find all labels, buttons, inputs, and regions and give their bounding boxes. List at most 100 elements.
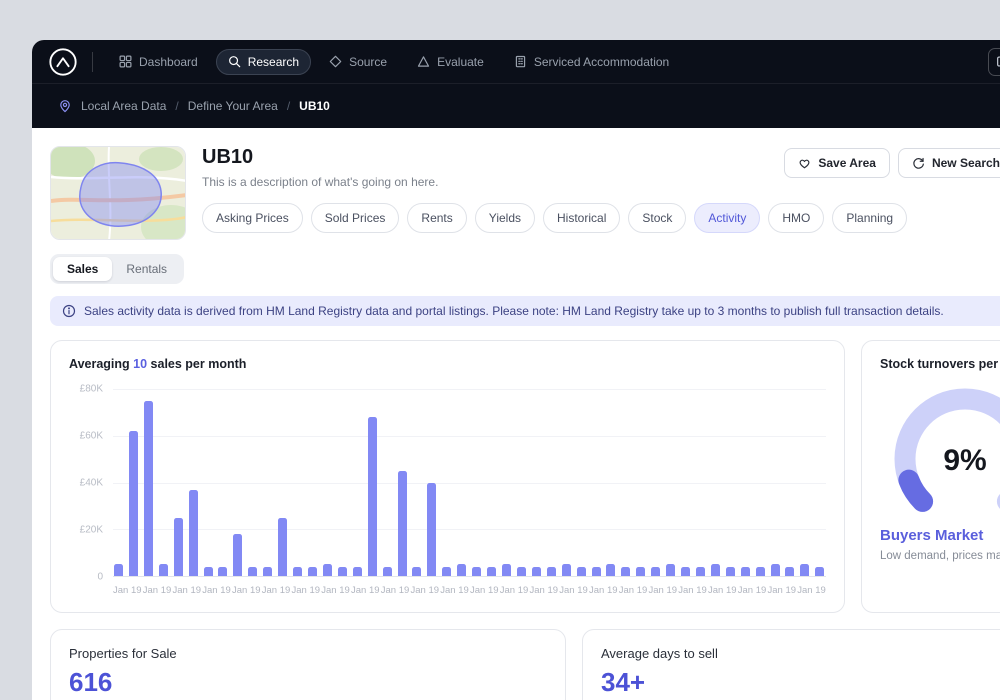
nav-item-dashboard[interactable]: Dashboard: [107, 49, 210, 75]
bar: [382, 566, 392, 576]
top-navigation: Dashboard Research Source Evaluate Serviced …: [32, 40, 1000, 128]
y-tick-label: £80K: [79, 383, 103, 395]
bar: [755, 566, 765, 576]
tab-planning[interactable]: Planning: [832, 203, 908, 233]
tab-stock[interactable]: Stock: [628, 203, 687, 233]
breadcrumb-separator: /: [286, 99, 291, 113]
bar: [397, 470, 407, 576]
bar: [591, 566, 601, 576]
bar-chart-title: Averaging 10 sales per month: [69, 357, 247, 371]
bar: [263, 566, 273, 576]
dashboard-icon: [119, 55, 132, 68]
gauge-chart: 9%: [880, 381, 1000, 523]
bar: [501, 564, 511, 576]
bar: [352, 566, 362, 576]
x-tick-label: Jan 19: [261, 585, 291, 596]
x-tick-label: Jan 19: [648, 585, 678, 596]
tabs: Asking Prices Sold Prices Rents Yields Histo…: [202, 203, 908, 233]
bar: [173, 517, 183, 576]
bar: [233, 533, 243, 576]
y-tick-label: £60K: [79, 430, 103, 442]
bar: [128, 431, 138, 576]
bar: [695, 566, 705, 576]
nav-item-serviced-accommodation[interactable]: Serviced Accommodation: [502, 49, 681, 75]
stat-value: 616: [69, 667, 113, 697]
new-search-button[interactable]: New Search: [897, 148, 1000, 178]
stat-value: 34+: [601, 667, 646, 697]
x-tick-label: Jan 19: [529, 585, 559, 596]
bar: [218, 566, 228, 576]
bar: [203, 566, 213, 576]
bar: [606, 564, 616, 576]
app-window: Dashboard Research Source Evaluate Serviced …: [32, 40, 1000, 700]
tab-yields[interactable]: Yields: [474, 203, 536, 233]
average-days-to-sell-card: Average days to sell 34+: [582, 629, 1000, 700]
x-tick-label: Jan 19: [767, 585, 797, 596]
bar: [725, 566, 735, 576]
toggle-rentals[interactable]: Rentals: [112, 257, 181, 281]
gauge-title: Stock turnovers per month: [880, 357, 1000, 371]
main-content: UB10 This is a description of what's goi…: [32, 128, 1000, 700]
x-tick-label: Jan 19: [440, 585, 469, 596]
save-area-button[interactable]: Save Area: [784, 148, 890, 178]
save-area-label: Save Area: [818, 156, 876, 170]
nav-panel-button[interactable]: [988, 47, 1000, 76]
tab-activity[interactable]: Activity: [694, 203, 761, 233]
tab-rents[interactable]: Rents: [407, 203, 467, 233]
area-map-thumbnail[interactable]: [50, 146, 186, 240]
bar: [636, 566, 646, 576]
map-image: [51, 147, 185, 239]
stat-label: Average days to sell: [601, 646, 718, 661]
x-tick-label: Jan 19: [618, 585, 648, 596]
tab-asking-prices[interactable]: Asking Prices: [202, 203, 303, 233]
breadcrumb-item[interactable]: Local Area Data: [81, 99, 166, 113]
breadcrumb-item[interactable]: Define Your Area: [188, 99, 278, 113]
source-icon: [329, 55, 342, 68]
bar: [427, 482, 437, 576]
toggle-sales[interactable]: Sales: [53, 257, 113, 281]
x-tick-label: Jan 19: [202, 585, 231, 596]
nav-item-evaluate[interactable]: Evaluate: [405, 49, 496, 75]
info-banner-text: Sales activity data is derived from HM L…: [84, 304, 944, 318]
tab-historical[interactable]: Historical: [543, 203, 621, 233]
tab-hmo[interactable]: HMO: [768, 203, 825, 233]
stat-label: Properties for Sale: [69, 646, 177, 661]
market-status: Buyers Market: [880, 527, 984, 544]
app-logo-icon[interactable]: [48, 47, 78, 77]
x-tick-label: Jan 19: [559, 585, 588, 596]
y-tick-label: £20K: [79, 524, 103, 536]
bar: [770, 564, 780, 576]
bar: [158, 564, 168, 576]
bar: [472, 566, 482, 576]
bar: [307, 566, 317, 576]
nav-item-label: Dashboard: [139, 54, 198, 69]
tab-sold-prices[interactable]: Sold Prices: [310, 203, 400, 233]
x-tick-label: Jan 19: [172, 585, 202, 596]
bar: [531, 566, 541, 576]
bar-plot-area: [113, 389, 826, 577]
bar: [248, 566, 258, 576]
page-description: This is a description of what's going on…: [202, 175, 439, 189]
y-axis: £80K £60K £40K £20K 0: [69, 384, 103, 583]
nav-item-label: Evaluate: [437, 54, 484, 69]
bar: [651, 566, 661, 576]
x-tick-label: Jan 19: [708, 585, 737, 596]
nav-item-research[interactable]: Research: [215, 48, 312, 75]
bar: [561, 564, 571, 576]
bar: [457, 564, 467, 576]
x-tick-label: Jan 19: [797, 585, 826, 596]
bar: [710, 564, 720, 576]
building-icon: [514, 55, 527, 68]
sales-per-month-card: Averaging 10 sales per month £80K £60K £40…: [50, 340, 845, 613]
breadcrumb-separator: /: [175, 99, 179, 113]
x-tick-label: Jan 19: [380, 585, 410, 596]
x-tick-label: Jan 19: [589, 585, 618, 596]
x-tick-label: Jan 19: [499, 585, 529, 596]
bar: [188, 489, 198, 576]
nav-item-source[interactable]: Source: [317, 49, 399, 75]
x-tick-label: Jan 19: [351, 585, 380, 596]
sales-rentals-toggle: Sales Rentals: [50, 254, 185, 284]
bar: [114, 564, 123, 576]
panel-icon: [996, 55, 1000, 68]
bar: [681, 566, 691, 576]
